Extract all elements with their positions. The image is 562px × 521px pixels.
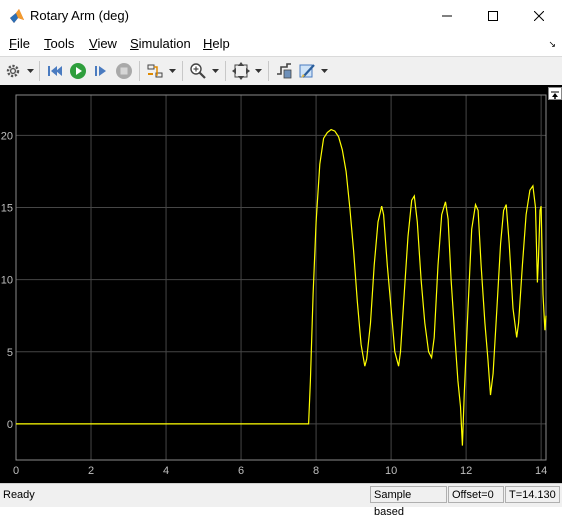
scope-display[interactable]: 0 2 4 6 8 10 12 14 0 5 10 15 20: [0, 85, 562, 483]
toolbar: [0, 56, 562, 86]
x-tick-label: 12: [460, 465, 472, 477]
menu-simulation-mnemonic: S: [130, 36, 139, 51]
menu-help-mnemonic: H: [203, 36, 213, 51]
status-bar: Ready Sample based Offset=0 T=14.130: [0, 483, 562, 518]
settings-icon: [6, 64, 20, 78]
chevron-down-icon: [168, 69, 176, 73]
settings-button[interactable]: [2, 60, 24, 82]
stop-button[interactable]: [113, 60, 135, 82]
fit-to-view-dropdown[interactable]: [254, 65, 262, 77]
zoom-button[interactable]: [187, 60, 209, 82]
minimize-icon: [442, 15, 452, 17]
fit-to-view-button[interactable]: [230, 60, 252, 82]
y-tick-label: 0: [7, 419, 13, 431]
highlight-dropdown[interactable]: [168, 65, 176, 77]
menu-file-mnemonic: F: [9, 36, 17, 51]
toolbar-separator: [39, 61, 40, 81]
restore-icon: [551, 91, 559, 99]
highlight-button[interactable]: [144, 60, 166, 82]
chevron-down-icon: [254, 69, 262, 73]
menu-simulation[interactable]: Simulation: [130, 36, 191, 51]
menu-bar: File Tools View Simulation Help ↘: [0, 33, 562, 55]
x-tick-label: 8: [313, 465, 319, 477]
maximize-button[interactable]: [470, 0, 516, 32]
style-icon: [299, 64, 315, 78]
chevron-down-icon: [26, 69, 34, 73]
zoom-icon: [190, 63, 206, 79]
scope-plot: 0 2 4 6 8 10 12 14 0 5 10 15 20: [1, 94, 547, 477]
menu-help[interactable]: Help: [203, 36, 230, 51]
step-forward-button[interactable]: [90, 60, 112, 82]
step-back-button[interactable]: [44, 60, 66, 82]
menu-view[interactable]: View: [89, 36, 117, 51]
run-button[interactable]: [67, 60, 89, 82]
run-icon: [70, 63, 86, 79]
menu-file-label: ile: [16, 36, 30, 51]
x-tick-label: 10: [385, 465, 397, 477]
close-icon: [534, 11, 544, 21]
tick-labels: 0 2 4 6 8 10 12 14 0 5 10 15 20: [1, 130, 547, 477]
x-tick-label: 4: [163, 465, 169, 477]
chevron-down-icon: [211, 69, 219, 73]
x-tick-label: 14: [535, 465, 547, 477]
menu-tools-label: ools: [50, 36, 75, 51]
signal-select-button[interactable]: [273, 60, 295, 82]
step-forward-icon: [95, 66, 106, 76]
close-button[interactable]: [516, 0, 562, 32]
y-tick-label: 5: [7, 347, 13, 359]
grid: [15, 95, 546, 460]
style-dropdown[interactable]: [320, 65, 328, 77]
x-tick-label: 2: [88, 465, 94, 477]
fit-to-view-icon: [232, 62, 250, 80]
toolbar-separator: [268, 61, 269, 81]
toolbar-separator: [182, 61, 183, 81]
x-tick-label: 0: [13, 465, 19, 477]
y-tick-label: 10: [1, 275, 13, 287]
step-back-icon: [48, 66, 62, 76]
settings-dropdown[interactable]: [26, 65, 34, 77]
menu-simulation-label: imulation: [138, 36, 191, 51]
restore-layout-button[interactable]: [548, 87, 562, 100]
sample-mode: Sample based: [370, 486, 447, 518]
matlab-icon: [9, 8, 25, 24]
zoom-dropdown[interactable]: [211, 65, 219, 77]
toolbar-separator: [225, 61, 226, 81]
title-bar: Rotary Arm (deg): [0, 0, 562, 32]
menu-dock-arrow-icon[interactable]: ↘: [548, 39, 556, 50]
signal-select-icon: [277, 63, 292, 79]
y-tick-label: 20: [1, 130, 13, 142]
menu-tools[interactable]: Tools: [44, 36, 74, 51]
maximize-icon: [488, 11, 498, 21]
menu-file[interactable]: File: [9, 36, 30, 51]
window-title: Rotary Arm (deg): [30, 8, 129, 23]
highlight-icon: [147, 64, 163, 78]
menu-help-label: elp: [212, 36, 230, 51]
time-readout: T=14.130: [505, 486, 560, 503]
x-tick-label: 6: [238, 465, 244, 477]
offset-readout: Offset=0: [448, 486, 504, 503]
y-tick-label: 15: [1, 203, 13, 215]
toolbar-separator: [139, 61, 140, 81]
style-button[interactable]: [296, 60, 318, 82]
status-ready: Ready: [3, 489, 35, 501]
minimize-button[interactable]: [424, 0, 470, 32]
chevron-down-icon: [320, 69, 328, 73]
menu-view-label: iew: [97, 36, 117, 51]
stop-icon: [116, 63, 132, 79]
